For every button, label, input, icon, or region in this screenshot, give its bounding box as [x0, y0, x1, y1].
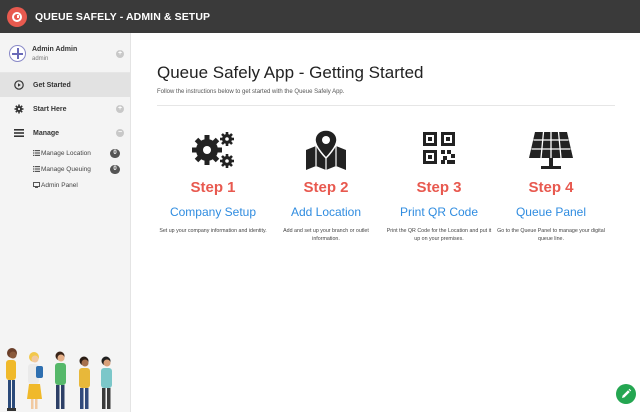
queue-people-illustration: [6, 348, 112, 411]
step-card-4: Step 4 Queue Panel Go to the Queue Panel…: [492, 128, 610, 243]
step-number: Step 3: [416, 179, 462, 196]
top-bar: QUEUE SAFELY - ADMIN & SETUP: [0, 0, 640, 33]
sidebar-item-label: Start Here: [33, 105, 67, 113]
user-panel[interactable]: Admin Admin admin +: [0, 33, 130, 73]
user-expand-icon[interactable]: +: [116, 50, 124, 58]
sidebar-item-label: Manage: [33, 129, 60, 137]
sidebar-subitem-manage-queuing[interactable]: Manage Queuing 0: [0, 161, 130, 177]
list-icon: [33, 150, 40, 156]
page-subtitle: Follow the instructions below to get sta…: [157, 89, 345, 95]
sidebar-subitem-manage-location[interactable]: Manage Location 0: [0, 145, 130, 161]
queue-panel-link[interactable]: Queue Panel: [492, 205, 610, 219]
gear-icon: [14, 104, 24, 114]
play-circle-icon: [14, 80, 24, 90]
company-setup-link[interactable]: Company Setup: [154, 205, 272, 219]
avatar: [9, 45, 26, 62]
monitor-icon: [33, 182, 40, 188]
app-title: QUEUE SAFELY - ADMIN & SETUP: [35, 10, 211, 23]
step-description: Add and set up your branch or outlet inf…: [283, 228, 369, 242]
divider: [157, 105, 615, 106]
step-card-1: Step 1 Company Setup Set up your company…: [154, 128, 272, 235]
sidebar: Admin Admin admin + Get Started Start He…: [0, 33, 131, 412]
step-number: Step 1: [190, 179, 236, 196]
step-description: Set up your company information and iden…: [159, 228, 267, 234]
user-role: admin: [32, 56, 49, 62]
sidebar-subitem-admin-panel[interactable]: Admin Panel: [0, 177, 130, 193]
sidebar-subitem-label: Manage Queuing: [41, 165, 91, 173]
sidebar-item-start-here[interactable]: Start Here +: [0, 97, 130, 121]
page-title: Queue Safely App - Getting Started: [157, 63, 424, 82]
pencil-icon: [622, 388, 632, 398]
map-location-icon: [306, 129, 346, 170]
qr-code-icon: [423, 132, 455, 164]
print-qr-code-link[interactable]: Print QR Code: [380, 205, 498, 219]
edit-button[interactable]: [616, 384, 636, 404]
step-number: Step 2: [303, 179, 349, 196]
sidebar-item-get-started[interactable]: Get Started: [0, 73, 130, 97]
list-icon: [33, 166, 40, 172]
collapse-icon[interactable]: −: [116, 129, 124, 137]
expand-icon[interactable]: +: [116, 105, 124, 113]
gears-icon: [192, 132, 234, 168]
user-name: Admin Admin: [32, 46, 78, 53]
solar-panel-icon: [529, 131, 573, 169]
count-badge: 0: [110, 165, 120, 174]
count-badge: 0: [110, 149, 120, 158]
add-location-link[interactable]: Add Location: [267, 205, 385, 219]
step-description: Print the QR Code for the Location and p…: [386, 228, 492, 242]
step-card-3: Step 3 Print QR Code Print the QR Code f…: [380, 128, 498, 243]
sidebar-subitem-label: Manage Location: [41, 149, 91, 157]
list-icon: [14, 129, 24, 137]
step-card-2: Step 2 Add Location Add and set up your …: [267, 128, 385, 243]
step-number: Step 4: [528, 179, 574, 196]
app-logo-icon[interactable]: [7, 6, 27, 27]
sidebar-subitem-label: Admin Panel: [41, 181, 78, 189]
sidebar-item-label: Get Started: [33, 81, 71, 89]
step-description: Go to the Queue Panel to manage your dig…: [497, 228, 605, 242]
sidebar-item-manage[interactable]: Manage −: [0, 121, 130, 145]
